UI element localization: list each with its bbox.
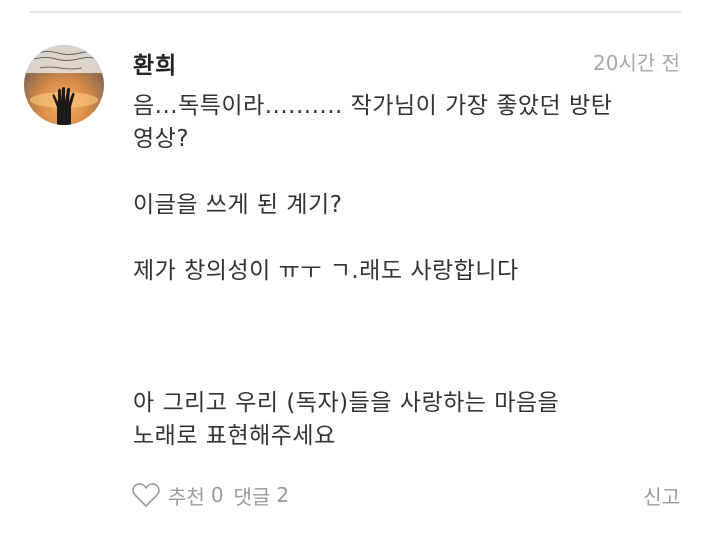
heart-outline-icon[interactable] (131, 480, 161, 510)
comment-line: 음...독특이라.......... 작가님이 가장 좋았던 방탄 (133, 93, 613, 119)
comment-line: 이글을 쓰게 된 계기? (133, 192, 343, 218)
comment-timestamp: 20시간 전 (592, 51, 680, 75)
avatar[interactable] (24, 45, 104, 125)
comment-line (133, 222, 683, 255)
comment-actions: 추천 0 댓글 2 (131, 478, 289, 512)
reply-count: 2 (276, 483, 290, 507)
like-label[interactable]: 추천 (168, 481, 205, 510)
comment-author[interactable]: 환희 (133, 46, 177, 80)
comment-line (133, 156, 683, 189)
avatar-hand-sunset-icon (24, 45, 104, 125)
like-count: 0 (210, 483, 224, 507)
comment-line: 아 그리고 우리 (독자)들을 사랑하는 마음을 (133, 390, 560, 416)
comment-page: 환희 20시간 전 음...독특이라.......... 작가님이 가장 좋았던… (0, 0, 711, 533)
reply-button[interactable]: 댓글 (234, 481, 271, 510)
comment-line (133, 321, 683, 354)
comment-line: 노래로 표현해주세요 (133, 423, 336, 449)
report-button[interactable]: 신고 (643, 481, 680, 510)
comment-body: 음...독특이라.......... 작가님이 가장 좋았던 방탄 영상? 이글… (133, 90, 683, 453)
comment-line: 영상? (133, 126, 190, 152)
comment-line (133, 354, 683, 387)
top-divider (30, 11, 681, 13)
comment-line: 제가 창의성이 ㅠㅜ ㄱ.래도 사랑합니다 (133, 258, 519, 284)
comment-line (133, 288, 683, 321)
